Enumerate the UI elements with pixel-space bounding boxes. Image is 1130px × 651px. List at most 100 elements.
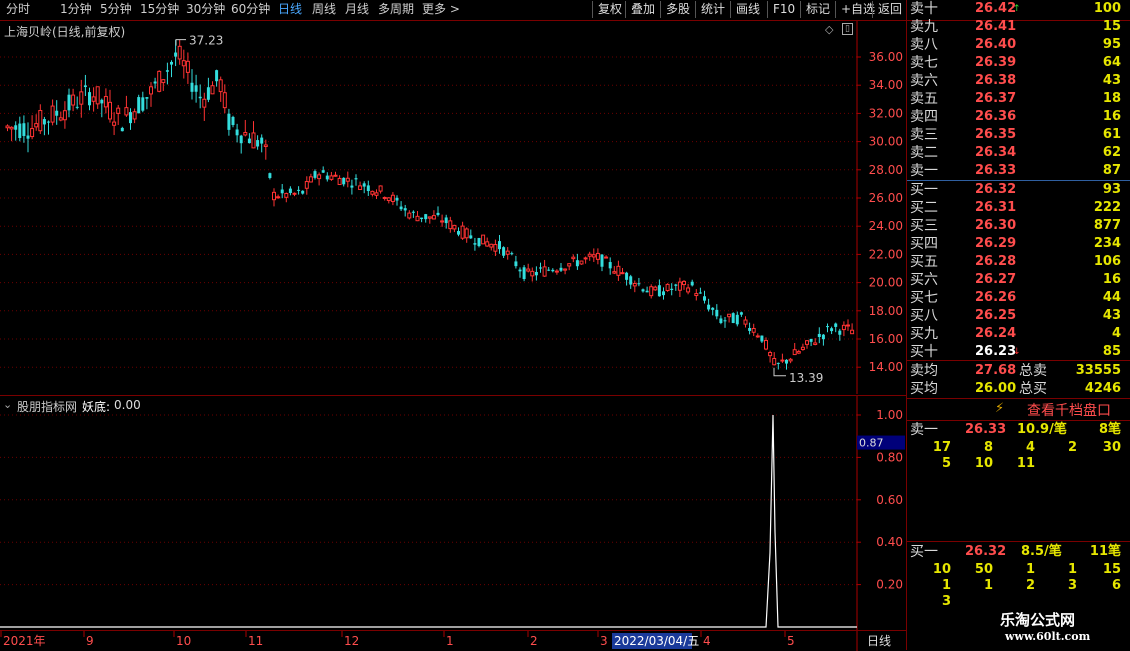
candle-body: [354, 178, 358, 180]
candle-body: [260, 137, 264, 144]
bid-volume: 43: [1102, 308, 1121, 323]
divider: [907, 360, 1130, 361]
candle-body: [62, 110, 67, 121]
statistics-button[interactable]: 统计: [695, 1, 725, 18]
candle-body: [694, 293, 699, 297]
tab-60min[interactable]: 60分钟: [231, 1, 270, 18]
candle-body: [817, 333, 821, 337]
candle-body: [431, 215, 436, 220]
restore-rights-button[interactable]: 复权: [592, 1, 622, 18]
total-buy-label: 总买: [1019, 381, 1047, 397]
ask-row[interactable]: 卖九 26.41 15: [907, 18, 1130, 36]
queue-order: 17: [932, 440, 951, 455]
bid-volume: 85: [1102, 344, 1121, 359]
cursor-date-label: 2022/03/04/五: [614, 634, 699, 648]
candle-body: [268, 173, 272, 178]
tab-daily[interactable]: 日线: [278, 1, 302, 18]
indicator-value: 0.00: [114, 398, 141, 412]
ask-row[interactable]: 卖三 26.35 61: [907, 126, 1130, 144]
candlestick-chart[interactable]: 36.00 34.00 32.00 30.00 28.00 26.00 24.00 22.00…: [0, 21, 906, 394]
bid-row[interactable]: 买七 26.26 44: [907, 289, 1130, 307]
draw-line-button[interactable]: 画线: [730, 1, 760, 18]
view-depth-button[interactable]: 查看千档盘口: [1027, 400, 1111, 420]
candle-body: [79, 91, 84, 105]
candle-body: [637, 283, 641, 285]
bid-row[interactable]: 买九 26.24 4: [907, 325, 1130, 343]
diamond-icon[interactable]: ◇: [825, 23, 833, 36]
tab-15min[interactable]: 15分钟: [140, 1, 179, 18]
candle-body: [91, 96, 96, 102]
tab-5min[interactable]: 5分钟: [100, 1, 132, 18]
ask-row[interactable]: 卖十 26.42 ↑ 100: [907, 0, 1130, 18]
ask-row[interactable]: 卖五 26.37 18: [907, 90, 1130, 108]
candle-body: [317, 174, 322, 180]
add-watchlist-button[interactable]: +自选: [835, 1, 875, 18]
candle-body: [329, 175, 334, 180]
window-toggle-icon[interactable]: ▯: [842, 23, 853, 35]
bid-row[interactable]: 买一 26.32 93: [907, 181, 1130, 199]
candle-body: [682, 280, 686, 286]
candle-body: [280, 189, 284, 194]
bid-row[interactable]: 买八 26.25 43: [907, 307, 1130, 325]
tab-30min[interactable]: 30分钟: [186, 1, 225, 18]
ask-average-price: 27.68: [975, 363, 1017, 378]
candle-body: [813, 342, 818, 345]
overlay-button[interactable]: 叠加: [625, 1, 655, 18]
candle-body: [350, 185, 354, 188]
candle-body: [645, 290, 649, 293]
ask-row[interactable]: 卖八 26.40 95: [907, 36, 1130, 54]
ask-row[interactable]: 卖七 26.39 64: [907, 54, 1130, 72]
bid-row[interactable]: 买六 26.27 16: [907, 271, 1130, 289]
ask-row[interactable]: 卖四 26.36 16: [907, 108, 1130, 126]
bid-label: 买十: [910, 344, 938, 360]
candle-body: [632, 283, 637, 287]
bid-row[interactable]: 买十 26.23 ↓ 85: [907, 343, 1130, 361]
candle-body: [313, 171, 317, 178]
multi-stock-button[interactable]: 多股: [660, 1, 690, 18]
bid-row[interactable]: 买五 26.28 106: [907, 253, 1130, 271]
tab-more[interactable]: 更多 >: [422, 1, 460, 18]
candle-body: [464, 228, 469, 239]
candle-body: [498, 241, 501, 250]
ask-row[interactable]: 卖一 26.33 87: [907, 162, 1130, 180]
queue-order: 50: [974, 562, 993, 577]
candle-body: [703, 296, 706, 301]
candle-body: [218, 79, 223, 93]
bid-row[interactable]: 买三 26.30 877: [907, 217, 1130, 235]
ask-row[interactable]: 卖二 26.34 62: [907, 144, 1130, 162]
bid-volume: 877: [1093, 218, 1121, 233]
tab-fenshi[interactable]: 分时: [6, 1, 30, 18]
candle-body: [792, 349, 797, 356]
bid1-queue-header: 买一 26.32 8.5/笔 11笔: [907, 543, 1130, 561]
candle-body: [457, 231, 460, 235]
candle-body: [674, 284, 678, 286]
y-tick-label: 32.00: [869, 106, 903, 120]
candle-body: [132, 111, 137, 120]
indicator-chart[interactable]: 1.00 0.80 0.60 0.40 0.20 0.87 ⌄ 股朋指标网 妖底: 0.0…: [0, 395, 906, 631]
tab-weekly[interactable]: 周线: [312, 1, 336, 18]
bid1-queue-label: 买一: [910, 544, 938, 560]
candle-body: [735, 314, 739, 325]
ask-row[interactable]: 卖六 26.38 43: [907, 72, 1130, 90]
candle-body: [292, 192, 297, 195]
collapse-icon[interactable]: ⌄: [3, 398, 12, 411]
bid-label: 买四: [910, 236, 938, 252]
ask-label: 卖四: [910, 109, 938, 125]
bid-row[interactable]: 买二 26.31 222: [907, 199, 1130, 217]
candle-body: [235, 129, 239, 136]
back-button[interactable]: 返回: [872, 1, 902, 18]
ask-label: 卖一: [910, 163, 938, 179]
candle-body: [727, 313, 732, 318]
bid-row[interactable]: 买四 26.29 234: [907, 235, 1130, 253]
queue-order: 3: [941, 594, 951, 609]
tab-1min[interactable]: 1分钟: [60, 1, 92, 18]
queue-order: 11: [1016, 456, 1035, 471]
f10-button[interactable]: F10: [767, 1, 795, 18]
mark-button[interactable]: 标记: [800, 1, 830, 18]
bid-label: 买七: [910, 290, 938, 306]
tab-monthly[interactable]: 月线: [345, 1, 369, 18]
y-tick-label: 36.00: [869, 50, 903, 64]
tab-multi-period[interactable]: 多周期: [378, 1, 414, 18]
candle-body: [760, 335, 764, 342]
candle-body: [202, 98, 207, 108]
